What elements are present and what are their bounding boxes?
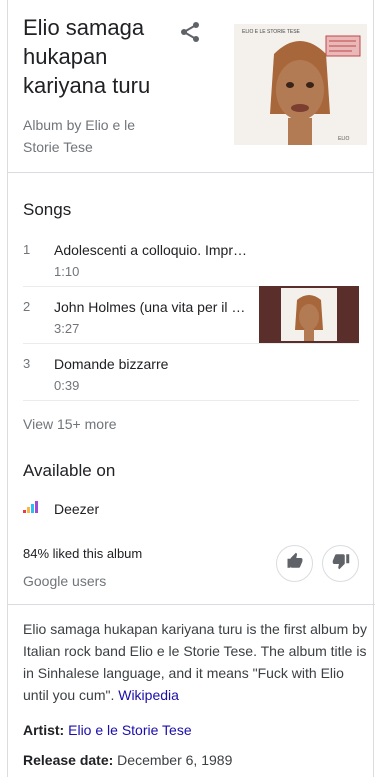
artist-link[interactable]: Elio e le Storie Tese — [68, 722, 191, 738]
deezer-link[interactable]: Deezer — [23, 500, 99, 518]
view-more-songs-link[interactable]: View 15+ more — [23, 416, 117, 432]
wikipedia-link[interactable]: Wikipedia — [118, 687, 179, 703]
song-duration: 0:39 — [54, 378, 80, 393]
song-divider — [23, 400, 359, 401]
song-number: 3 — [23, 356, 31, 371]
artist-label: Artist: — [23, 722, 65, 738]
svg-text:ELIO: ELIO — [338, 136, 350, 142]
song-number: 2 — [23, 299, 31, 314]
album-subtitle: Album by Elio e le Storie Tese — [23, 117, 136, 155]
knowledge-panel: Elio samaga hukapan kariyana turu Album … — [7, 0, 375, 777]
available-on-heading: Available on — [23, 461, 116, 480]
thumbs-up-button[interactable] — [276, 545, 313, 582]
share-icon[interactable] — [178, 20, 202, 44]
song-duration: 3:27 — [54, 321, 80, 336]
deezer-label: Deezer — [54, 501, 100, 517]
thumbs-down-icon — [332, 552, 350, 575]
thumbs-up-icon — [286, 552, 304, 575]
song-name: Adolescenti a colloquio. Impr… — [54, 242, 247, 258]
artist-fact: Artist: Elio e le Storie Tese — [23, 722, 192, 738]
song-video-thumbnail[interactable] — [259, 286, 359, 343]
song-row[interactable]: 3 Domande bizzarre 0:39 — [23, 343, 359, 399]
deezer-icon — [23, 500, 38, 518]
release-date-label: Release date: — [23, 752, 114, 768]
song-duration: 1:10 — [54, 264, 80, 279]
song-number: 1 — [23, 242, 31, 257]
rating-source: Google users — [23, 573, 107, 589]
album-cover[interactable]: ELIO E LE STORIE TESE ELIO — [234, 24, 367, 145]
album-description: Elio samaga hukapan kariyana turu is the… — [23, 618, 368, 706]
album-title: Elio samaga hukapan kariyana turu — [23, 15, 151, 98]
song-name: Domande bizzarre — [54, 356, 169, 372]
release-date-fact: Release date: December 6, 1989 — [23, 752, 232, 768]
songs-heading: Songs — [23, 200, 72, 219]
album-header: Elio samaga hukapan kariyana turu Album … — [8, 0, 373, 173]
album-cover-text: ELIO E LE STORIE TESE — [242, 29, 301, 35]
release-date-value: December 6, 1989 — [117, 752, 233, 768]
thumbs-down-button[interactable] — [322, 545, 359, 582]
liked-percentage: 84% liked this album — [23, 546, 143, 561]
description-text: Elio samaga hukapan kariyana turu is the… — [23, 621, 367, 703]
song-row[interactable]: 1 Adolescenti a colloquio. Impr… 1:10 — [23, 229, 359, 285]
song-name: John Holmes (una vita per il … — [54, 299, 246, 315]
description-divider — [8, 604, 375, 605]
